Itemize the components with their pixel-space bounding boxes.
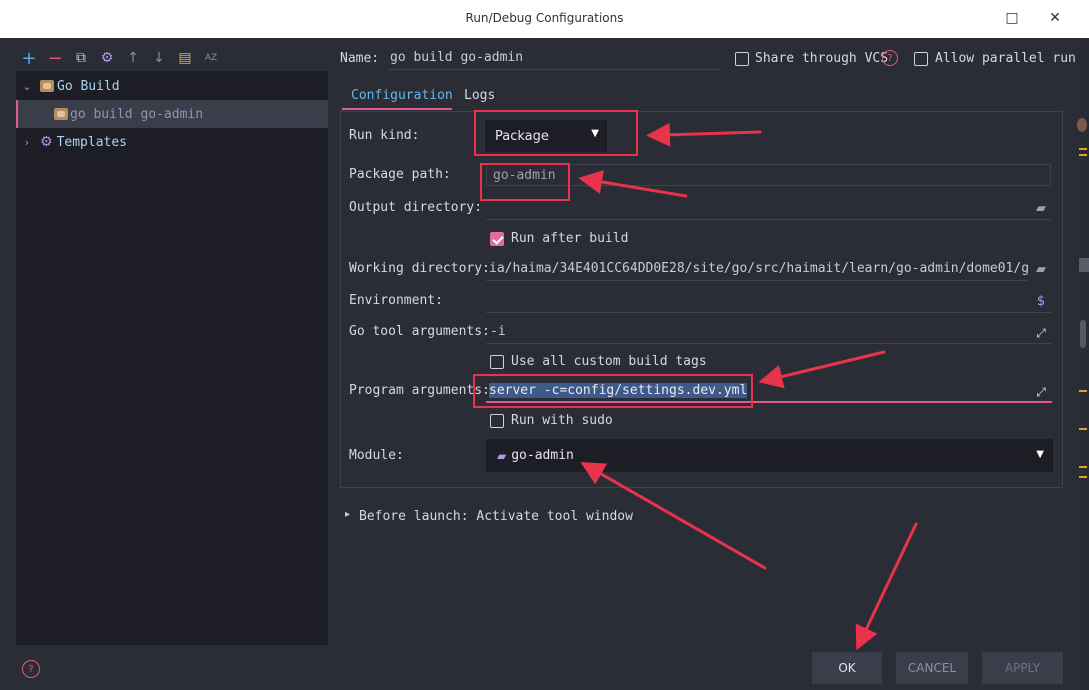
arrow-to-package-path xyxy=(578,170,688,198)
arrow-to-program-arguments xyxy=(758,350,886,389)
arrow-to-module xyxy=(580,462,767,570)
arrow-to-run-kind xyxy=(646,122,762,147)
annotation-arrows xyxy=(578,122,918,651)
arrow-to-ok-button xyxy=(855,522,918,651)
